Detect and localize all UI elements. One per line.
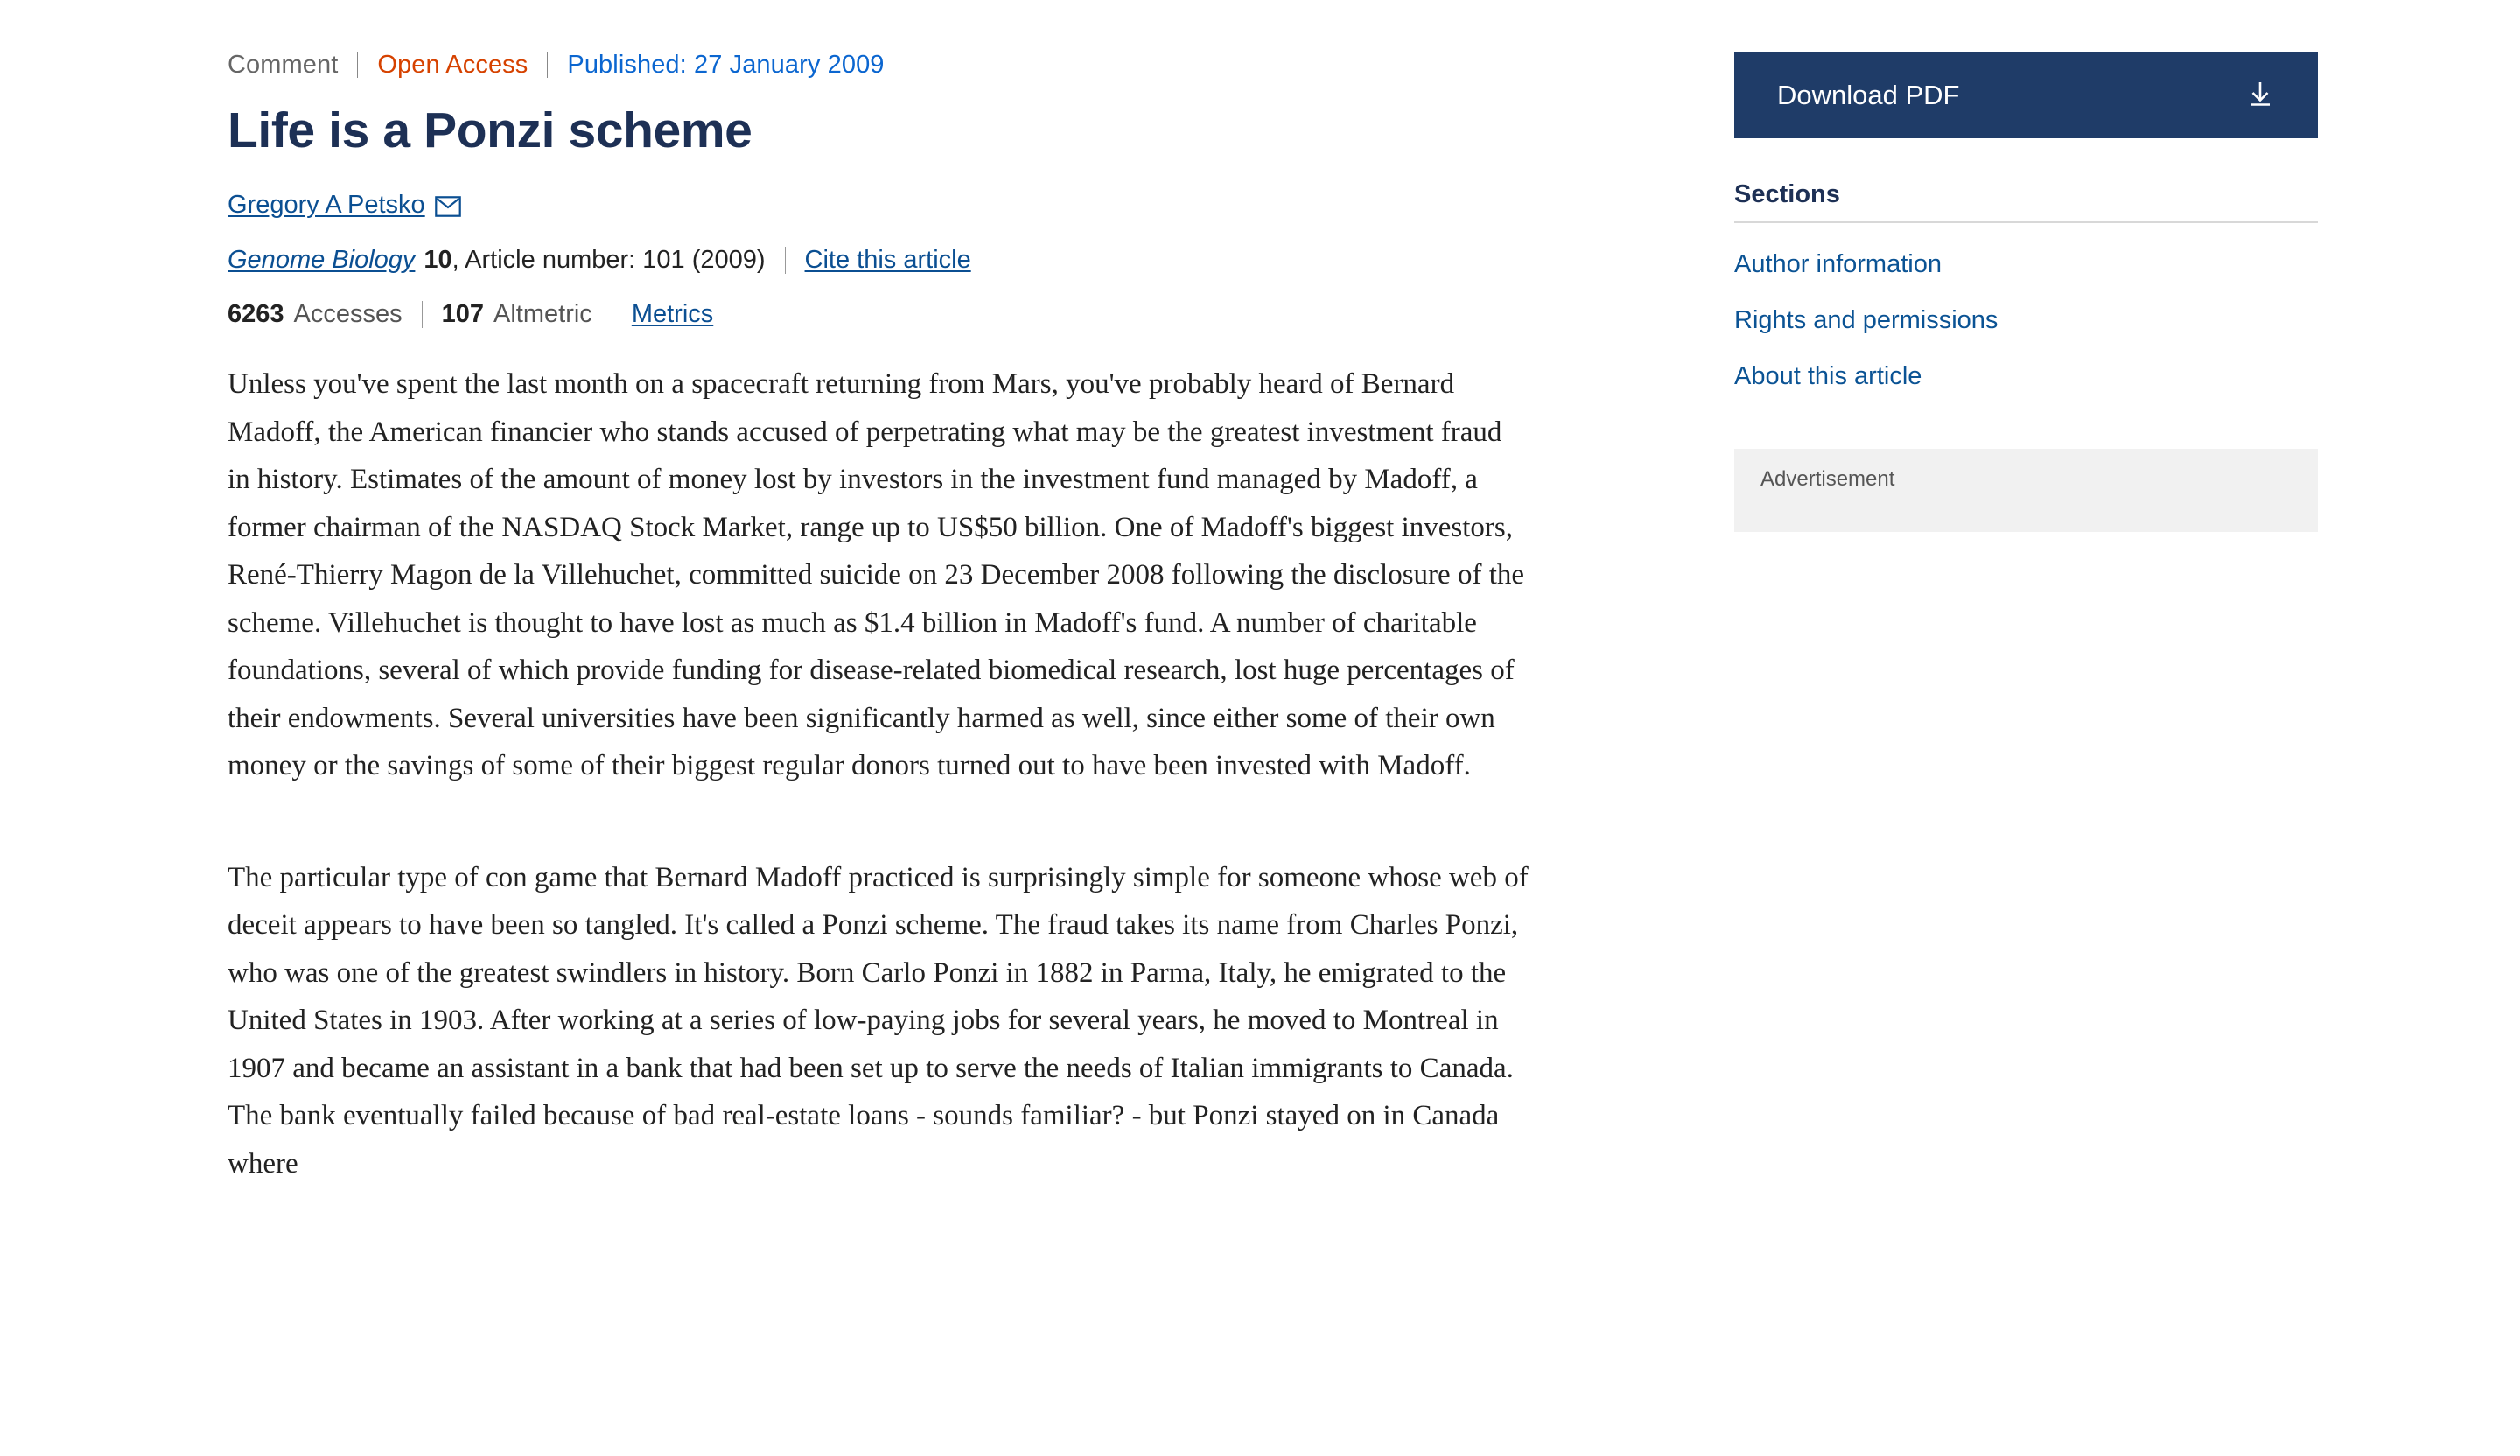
download-icon bbox=[2245, 79, 2275, 113]
body-paragraph: The particular type of con game that Ber… bbox=[228, 861, 1529, 1180]
sections-heading: Sections bbox=[1734, 180, 2318, 223]
sidebar-item-rights-and-permissions[interactable]: Rights and permissions bbox=[1734, 279, 2318, 335]
main-content-column: Comment Open Access Published: 27 Januar… bbox=[228, 0, 1558, 1187]
article-sidebar: Download PDF Sections Author information… bbox=[1734, 0, 2318, 532]
envelope-icon[interactable] bbox=[434, 196, 461, 217]
article-meta-breadcrumb: Comment Open Access Published: 27 Januar… bbox=[228, 0, 1558, 80]
author-link[interactable]: Gregory A Petsko bbox=[228, 191, 425, 220]
download-pdf-label: Download PDF bbox=[1777, 80, 1960, 110]
metrics-summary: 6263 Accesses 107 Altmetric Metrics bbox=[228, 275, 1558, 329]
body-paragraph: Unless you've spent the last month on a … bbox=[228, 368, 1525, 782]
journal-article-number: , Article number: 101 (2009) bbox=[452, 246, 766, 275]
accesses-label: Accesses bbox=[293, 300, 402, 329]
page-title: Life is a Ponzi scheme bbox=[228, 102, 752, 158]
journal-name-link[interactable]: Genome Biology bbox=[228, 246, 415, 275]
article-type-label: Comment bbox=[228, 51, 339, 79]
sidebar-item-about-this-article[interactable]: About this article bbox=[1734, 335, 2318, 391]
altmetric-count: 107 bbox=[441, 300, 485, 329]
advertisement-label: Advertisement bbox=[1760, 467, 1895, 491]
breadcrumb-divider bbox=[547, 52, 549, 79]
open-access-label: Open Access bbox=[377, 51, 528, 79]
breadcrumb-divider bbox=[357, 52, 359, 79]
altmetric-label: Altmetric bbox=[494, 300, 592, 329]
journal-volume: 10 bbox=[424, 246, 452, 275]
author-line: Gregory A Petsko bbox=[228, 159, 1558, 220]
journal-citation: Genome Biology 10 , Article number: 101 … bbox=[228, 220, 1558, 275]
citation-divider bbox=[784, 247, 786, 275]
article-body: Unless you've spent the last month on a … bbox=[228, 329, 1558, 1187]
metrics-divider bbox=[421, 301, 423, 329]
published-date: Published: 27 January 2009 bbox=[567, 51, 885, 79]
article-page: Comment Open Access Published: 27 Januar… bbox=[0, 0, 2520, 1456]
cite-this-article-link[interactable]: Cite this article bbox=[805, 246, 971, 275]
metrics-link[interactable]: Metrics bbox=[632, 300, 713, 329]
sidebar-item-author-information[interactable]: Author information bbox=[1734, 223, 2318, 279]
download-pdf-button[interactable]: Download PDF bbox=[1734, 52, 2318, 138]
accesses-count: 6263 bbox=[228, 300, 284, 329]
advertisement-placeholder: Advertisement bbox=[1734, 449, 2318, 532]
